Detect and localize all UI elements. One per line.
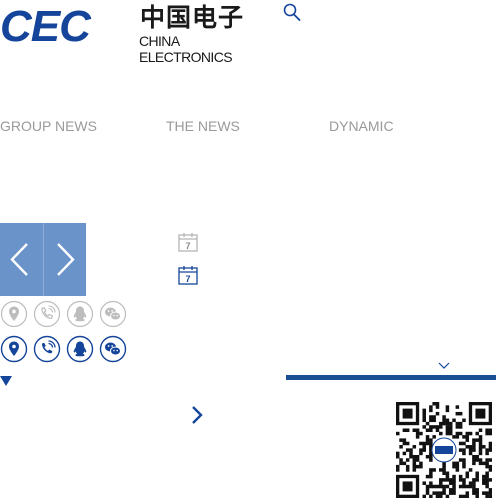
qq-icon[interactable] — [66, 300, 94, 328]
carousel-controls — [0, 223, 86, 296]
nav-the-news[interactable]: THE NEWS — [166, 117, 240, 135]
chevron-right-icon[interactable] — [190, 405, 204, 425]
nav-dynamic[interactable]: DYNAMIC — [329, 117, 394, 135]
phone-icon[interactable] — [33, 300, 61, 328]
calendar-day: 7 — [185, 241, 190, 251]
wechat-icon[interactable] — [99, 335, 127, 363]
nav-group-news[interactable]: GROUP NEWS — [0, 117, 97, 135]
qq-icon[interactable] — [66, 335, 94, 363]
location-icon[interactable] — [0, 335, 28, 363]
logo[interactable]: CEC 中国电子 CHINA ELECTRONICS — [0, 2, 270, 66]
calendar-icon: 7 — [178, 266, 198, 285]
wechat-icon[interactable] — [99, 300, 127, 328]
logo-english-name: CHINA ELECTRONICS — [139, 33, 233, 65]
search-icon[interactable] — [283, 3, 301, 23]
qr-code — [396, 402, 492, 498]
chevron-left-icon — [10, 243, 28, 276]
calendar-icon: 7 — [178, 233, 198, 252]
calendar-day: 7 — [185, 274, 190, 284]
logo-mark: CEC — [0, 2, 91, 51]
logo-chinese-name: 中国电子 — [140, 3, 245, 32]
phone-icon[interactable] — [33, 335, 61, 363]
chevron-right-icon — [57, 243, 75, 276]
chevron-down-icon[interactable] — [438, 362, 450, 370]
divider-bar — [286, 375, 496, 380]
next-button[interactable] — [43, 223, 86, 296]
location-icon[interactable] — [0, 300, 28, 328]
triangle-down-icon — [0, 376, 12, 386]
prev-button[interactable] — [0, 223, 43, 296]
